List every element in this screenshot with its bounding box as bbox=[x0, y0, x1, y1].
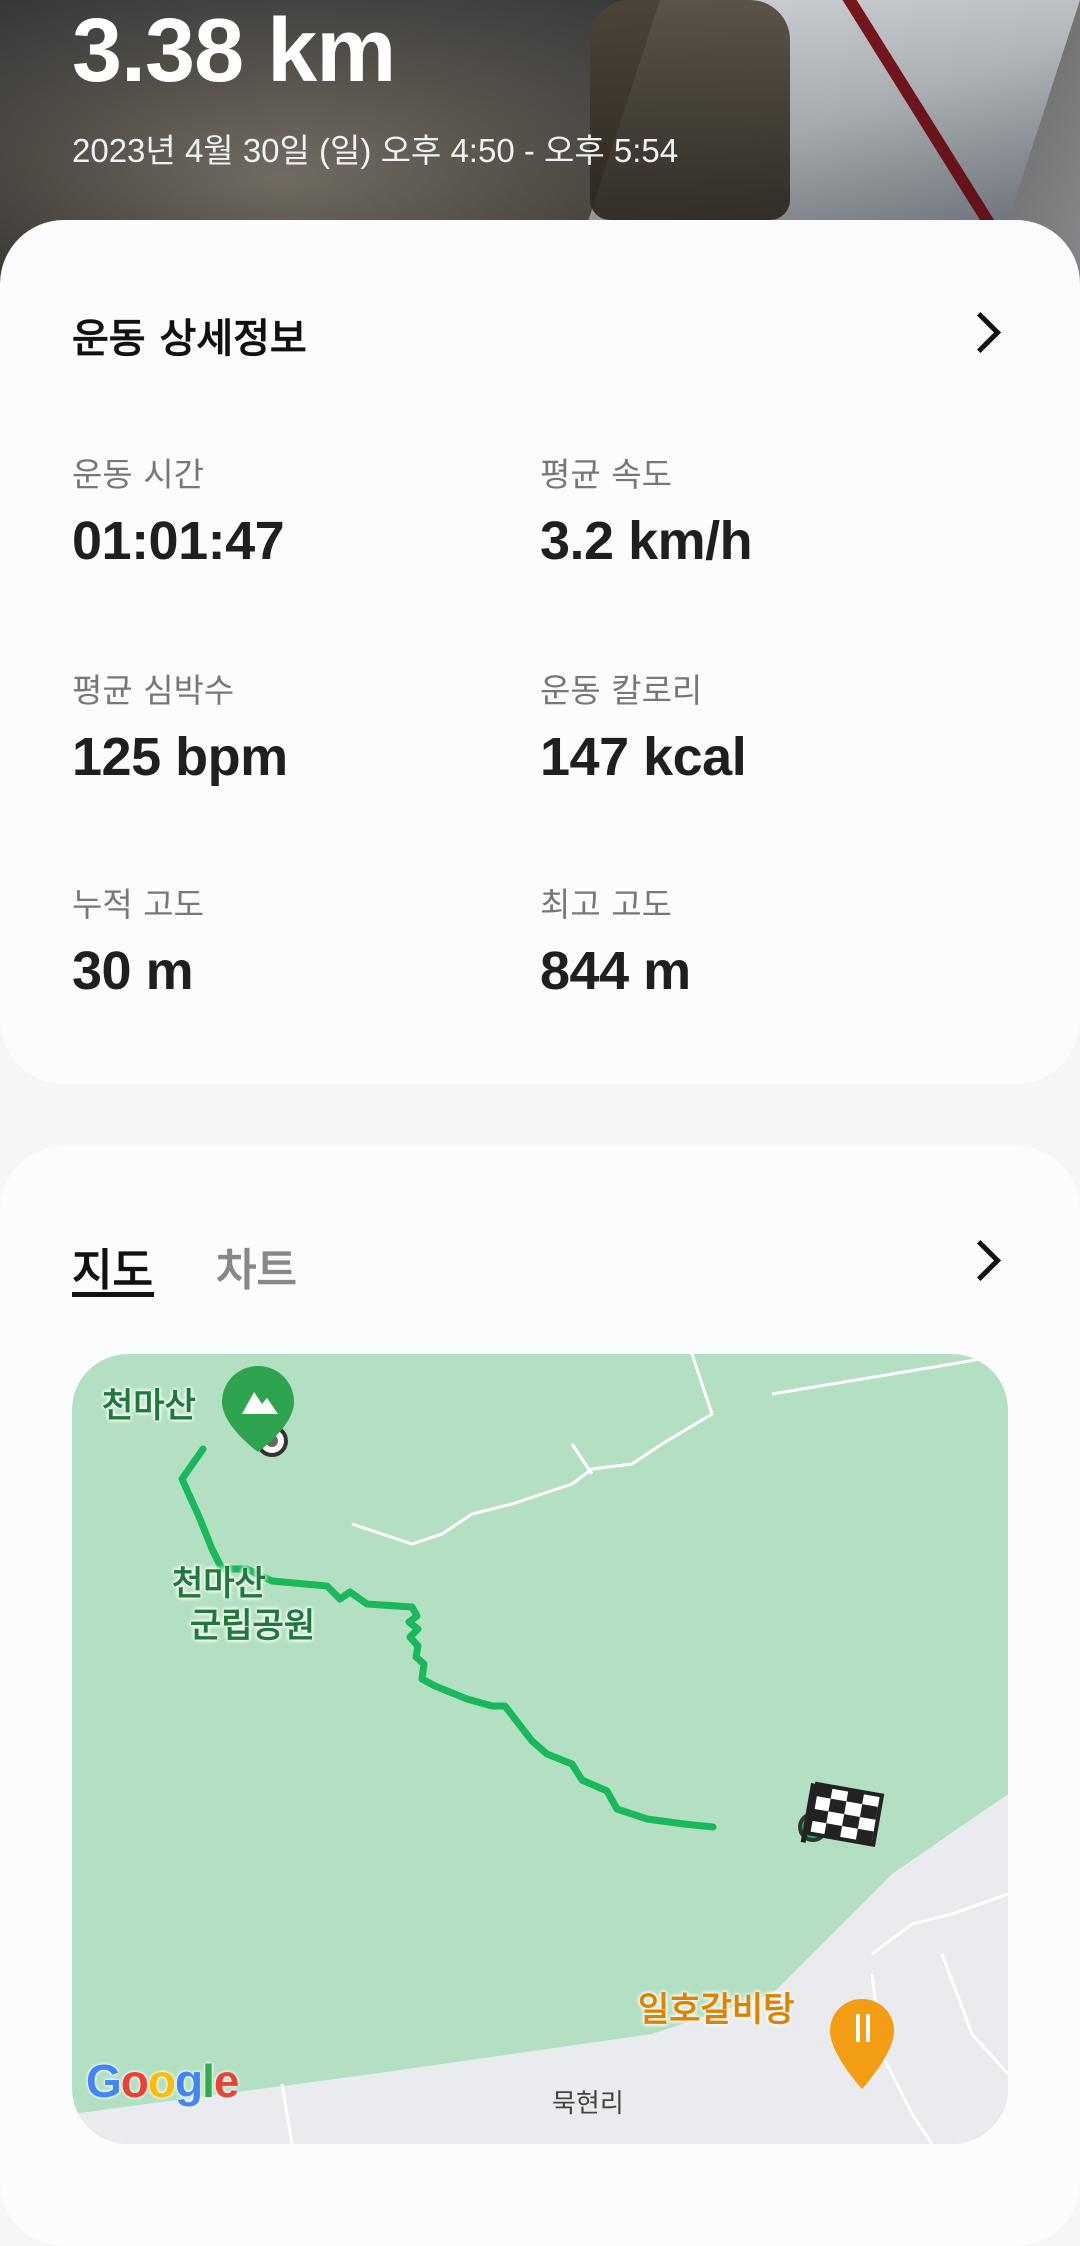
restaurant-label: 일호갈비탕 bbox=[638, 1990, 795, 2030]
stat-value: 01:01:47 bbox=[72, 511, 285, 571]
distance-title: 3.38 km bbox=[72, 1, 396, 101]
stat-duration: 운동 시간 01:01:47 bbox=[72, 448, 285, 572]
road-line bbox=[570, 1443, 594, 1475]
village-label: 묵현리 bbox=[552, 2089, 624, 2119]
stat-average-heart-rate: 평균 심박수 125 bpm bbox=[72, 664, 288, 788]
stat-value: 3.2 km/h bbox=[540, 511, 753, 571]
stat-value: 125 bpm bbox=[72, 727, 288, 787]
tab-chart[interactable]: 차트 bbox=[216, 1234, 297, 1298]
stat-elevation-gain: 누적 고도 30 m bbox=[72, 878, 204, 1002]
peak-label: 천마산 bbox=[102, 1386, 196, 1426]
stat-label: 평균 심박수 bbox=[72, 671, 235, 710]
route-map[interactable]: 천마산 천마산 군립공원 일호갈비탕 묵현리 Google bbox=[72, 1354, 1008, 2144]
fork-icon bbox=[856, 2014, 860, 2042]
road-line bbox=[351, 1354, 714, 1546]
stat-value: 147 kcal bbox=[540, 727, 747, 787]
road-line bbox=[771, 1354, 1008, 1396]
map-canvas bbox=[72, 1354, 1008, 2144]
workout-details-title: 운동 상세정보 bbox=[72, 316, 307, 362]
stat-label: 누적 고도 bbox=[72, 885, 204, 924]
google-logo: Google bbox=[86, 2055, 239, 2107]
stat-label: 운동 시간 bbox=[72, 455, 204, 494]
tab-active-indicator bbox=[72, 1292, 154, 1297]
workout-datetime: 2023년 4월 30일 (일) 오후 4:50 - 오후 5:54 bbox=[72, 132, 679, 169]
workout-details-card: 운동 상세정보 운동 시간 01:01:47 평균 속도 3.2 km/h 평균… bbox=[0, 220, 1080, 1084]
park-label-line2: 군립공원 bbox=[190, 1606, 316, 1646]
knife-icon bbox=[866, 2014, 870, 2042]
park-label-line1: 천마산 bbox=[172, 1564, 266, 1604]
chevron-right-icon[interactable] bbox=[959, 1239, 1002, 1282]
stat-value: 30 m bbox=[72, 941, 194, 1001]
stat-average-speed: 평균 속도 3.2 km/h bbox=[540, 448, 753, 572]
stat-label: 최고 고도 bbox=[540, 885, 672, 924]
chevron-right-icon[interactable] bbox=[959, 311, 1002, 354]
stat-label: 운동 칼로리 bbox=[540, 671, 703, 710]
stat-max-altitude: 최고 고도 844 m bbox=[540, 878, 691, 1002]
stat-value: 844 m bbox=[540, 941, 691, 1001]
stat-calories: 운동 칼로리 147 kcal bbox=[540, 664, 747, 788]
tab-map[interactable]: 지도 bbox=[72, 1234, 153, 1298]
finish-flag-icon bbox=[800, 1781, 885, 1848]
map-chart-card: 지도 차트 천마산 천마산 군립공원 일호갈비탕 묵현리 Google bbox=[0, 1146, 1080, 2246]
stat-label: 평균 속도 bbox=[540, 455, 672, 494]
